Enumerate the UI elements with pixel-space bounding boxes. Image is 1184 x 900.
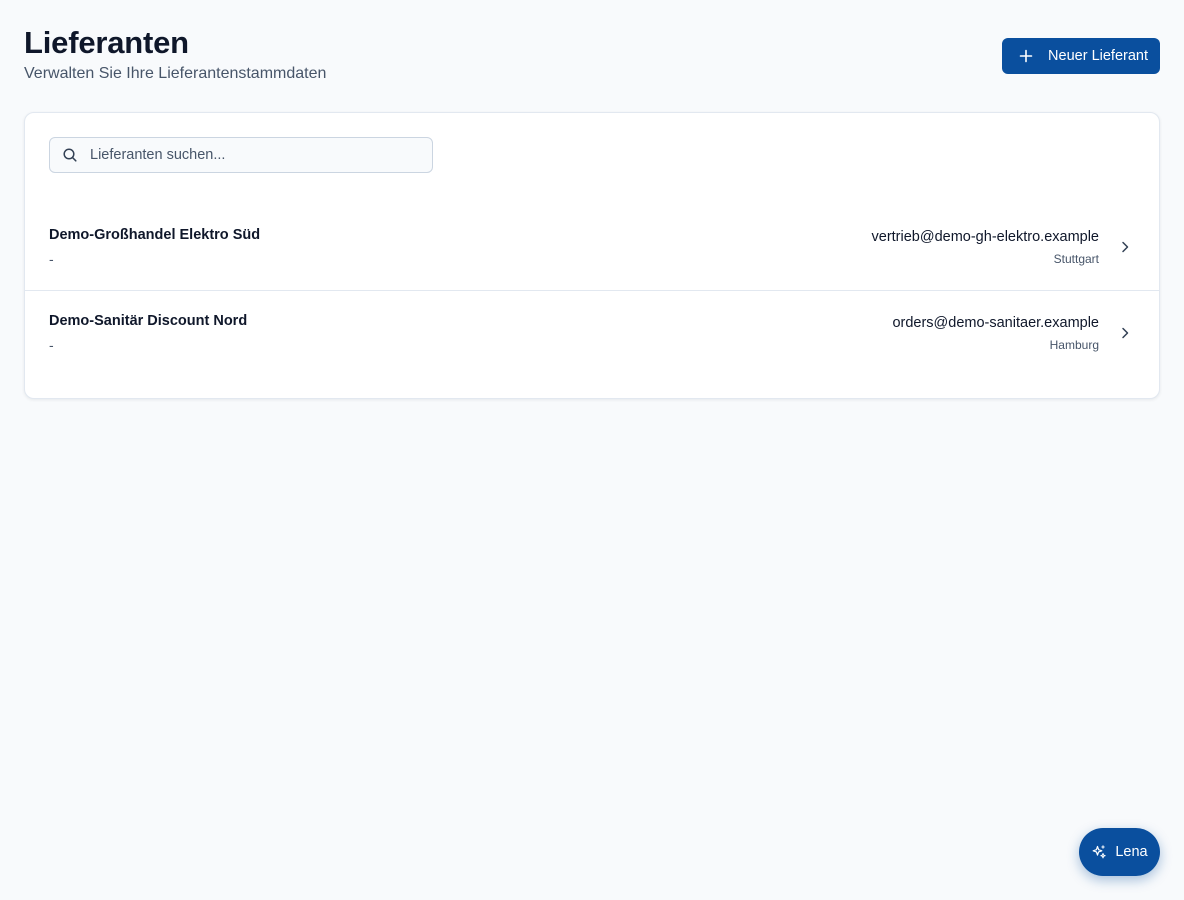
assistant-button-label: Lena [1115, 844, 1148, 860]
chevron-right-icon [1122, 241, 1129, 253]
supplier-name: Demo-Großhandel Elektro Süd [49, 227, 261, 243]
supplier-email: orders@demo-sanitaer.example [892, 315, 1099, 331]
assistant-button[interactable]: Lena [1079, 828, 1160, 876]
page-title: Lieferanten [24, 25, 189, 60]
search-icon [63, 148, 77, 162]
supplier-list: Demo-Großhandel Elektro Süd - vertrieb@d… [25, 205, 1159, 375]
supplier-email: vertrieb@demo-gh-elektro.example [871, 229, 1099, 245]
suppliers-page: Lieferanten Verwalten Sie Ihre Lieferant… [0, 0, 1184, 900]
supplier-subline: - [49, 337, 54, 353]
supplier-row[interactable]: Demo-Sanitär Discount Nord - orders@demo… [25, 290, 1159, 375]
search-box [49, 137, 433, 173]
page-header: Lieferanten Verwalten Sie Ihre Lieferant… [24, 24, 1160, 94]
supplier-name: Demo-Sanitär Discount Nord [49, 313, 248, 329]
sparkles-icon [1092, 845, 1107, 859]
supplier-city: Hamburg [1049, 338, 1099, 352]
supplier-row[interactable]: Demo-Großhandel Elektro Süd - vertrieb@d… [25, 205, 1159, 290]
supplier-city: Stuttgart [1053, 252, 1099, 266]
search-input[interactable] [90, 147, 420, 163]
page-subtitle: Verwalten Sie Ihre Lieferantenstammdaten [24, 65, 327, 82]
suppliers-card: Demo-Großhandel Elektro Süd - vertrieb@d… [24, 112, 1160, 399]
new-supplier-button-label: Neuer Lieferant [1048, 48, 1148, 64]
plus-icon [1019, 49, 1033, 63]
new-supplier-button[interactable]: Neuer Lieferant [1002, 38, 1160, 74]
supplier-subline: - [49, 251, 54, 267]
chevron-right-icon [1122, 327, 1129, 339]
